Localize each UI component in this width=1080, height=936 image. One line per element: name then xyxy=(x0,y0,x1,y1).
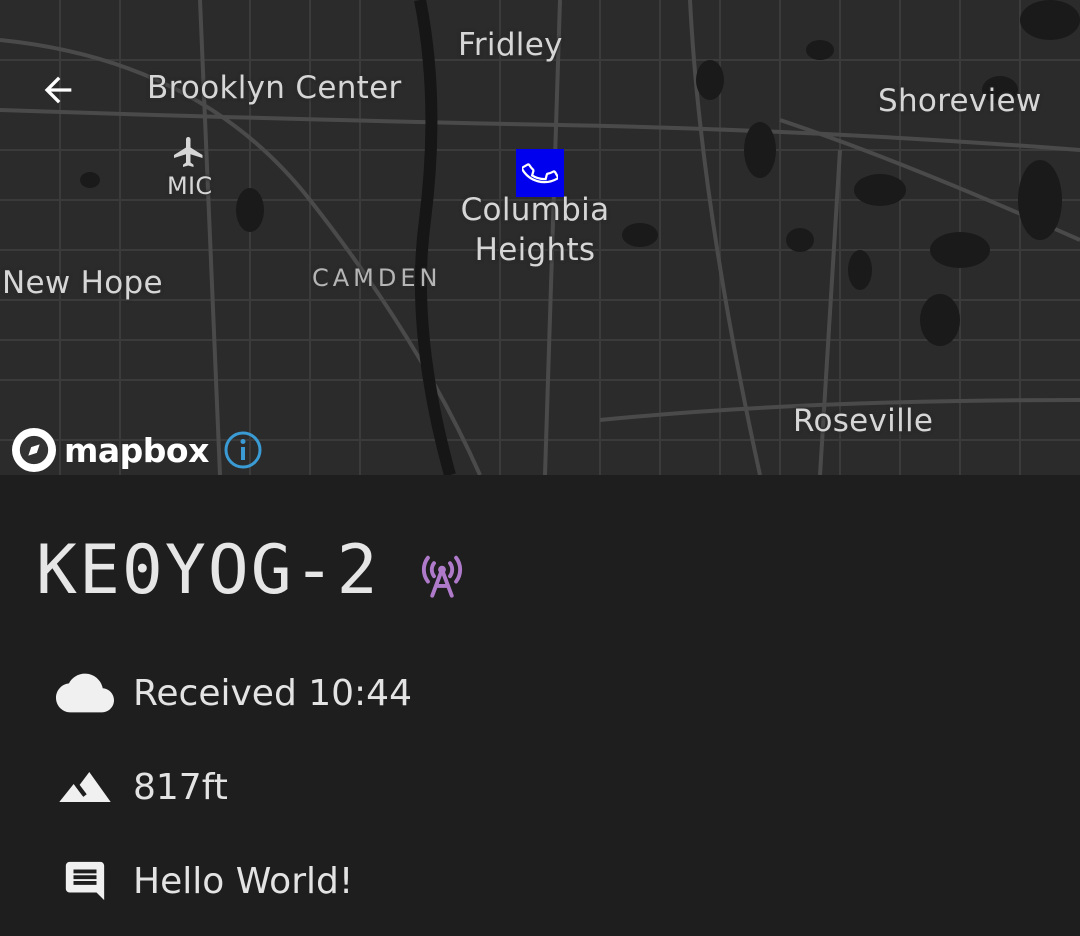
received-time: Received 10:44 xyxy=(133,672,412,714)
comment-row: Hello World! xyxy=(56,851,353,911)
place-label-roseville: Roseville xyxy=(793,403,934,439)
back-button[interactable] xyxy=(28,60,88,120)
map-attribution: mapbox xyxy=(12,428,263,472)
place-label-new-hope: New Hope xyxy=(2,265,163,301)
info-icon[interactable] xyxy=(223,430,263,470)
radio-tower-icon xyxy=(421,555,462,598)
station-callsign: KE0YOG-2 xyxy=(36,531,380,610)
place-label-fridley: Fridley xyxy=(458,27,563,63)
map-view[interactable]: Fridley Brooklyn Center Shoreview MIC Co… xyxy=(0,0,1080,475)
place-label-camden: CAMDEN xyxy=(312,264,442,292)
message-icon xyxy=(65,861,105,901)
phone-icon xyxy=(522,163,558,184)
place-label-shoreview: Shoreview xyxy=(878,83,1042,119)
airplane-icon xyxy=(171,134,207,170)
mapbox-wordmark: mapbox xyxy=(64,430,209,470)
altitude-row: 817ft xyxy=(56,757,228,817)
received-row: Received 10:44 xyxy=(56,663,412,723)
altitude-value: 817ft xyxy=(133,766,228,808)
station-marker[interactable] xyxy=(516,149,564,197)
comment-text: Hello World! xyxy=(133,860,354,902)
cloud-icon xyxy=(56,673,114,713)
place-label-mic: MIC xyxy=(167,172,213,200)
place-label-brooklyn-center: Brooklyn Center xyxy=(147,70,402,106)
station-title-row: KE0YOG-2 xyxy=(36,531,468,611)
place-label-columbia-heights: Columbia Heights xyxy=(460,192,610,268)
mountain-icon xyxy=(59,772,111,802)
station-details-panel: KE0YOG-2 Received 10:44 817ft Hello Worl… xyxy=(0,475,1080,936)
mapbox-logo-icon xyxy=(12,428,56,472)
arrow-left-icon xyxy=(44,76,72,104)
